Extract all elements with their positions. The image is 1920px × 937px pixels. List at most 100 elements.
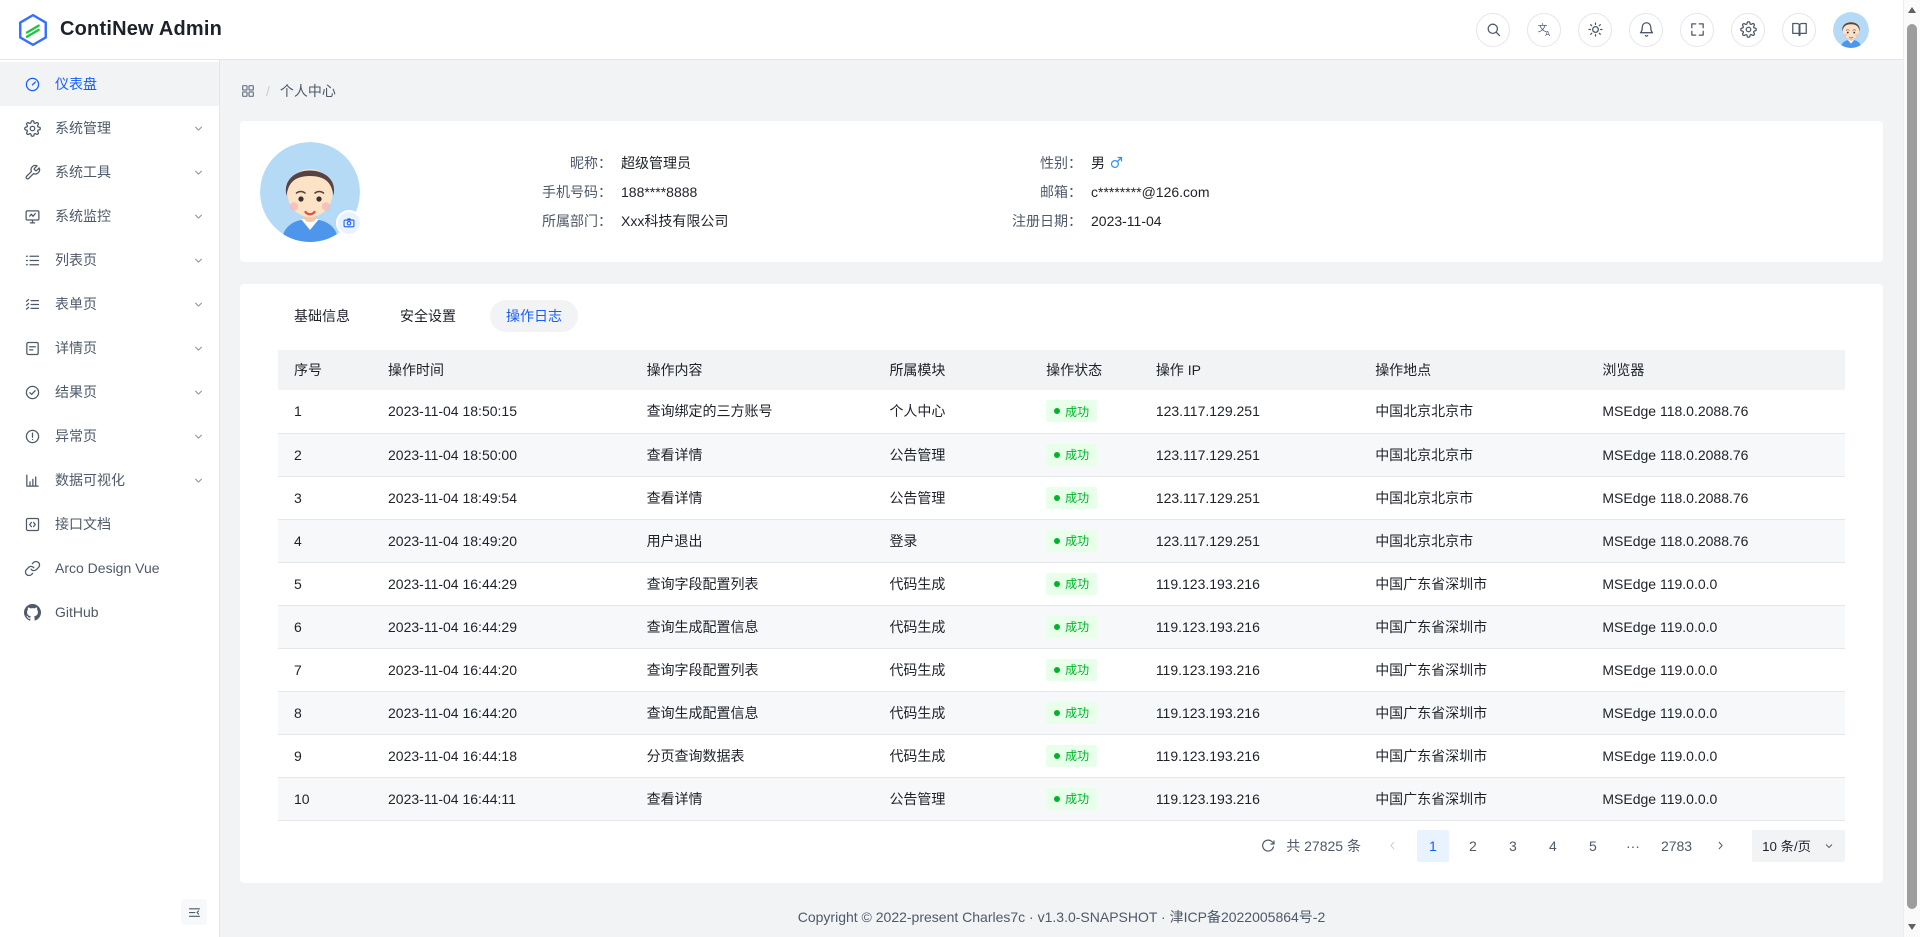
column-header: 操作 IP bbox=[1140, 350, 1359, 390]
chevron-down-icon bbox=[192, 298, 205, 311]
page-size-select[interactable]: 10 条/页 bbox=[1752, 830, 1845, 862]
page-button-1[interactable]: 1 bbox=[1417, 830, 1449, 862]
table-cell: MSEdge 119.0.0.0 bbox=[1586, 562, 1845, 605]
sidebar-item-dashboard[interactable]: 仪表盘 bbox=[0, 62, 219, 106]
theme-button[interactable] bbox=[1578, 13, 1612, 47]
status-badge: 成功 bbox=[1046, 530, 1097, 552]
status-dot-icon bbox=[1054, 624, 1060, 630]
docs-button[interactable] bbox=[1782, 13, 1816, 47]
tab-基础信息[interactable]: 基础信息 bbox=[278, 300, 366, 332]
sidebar-item-arco-design-vue[interactable]: Arco Design Vue bbox=[0, 546, 219, 590]
settings-button[interactable] bbox=[1731, 13, 1765, 47]
sidebar-item-system-monitor[interactable]: 系统监控 bbox=[0, 194, 219, 238]
table-cell: 123.117.129.251 bbox=[1140, 433, 1359, 476]
navbar-actions: 文A bbox=[1476, 12, 1869, 48]
profile-field: 性别：男 bbox=[912, 151, 1210, 175]
table-cell: 代码生成 bbox=[873, 734, 1030, 777]
detail-icon bbox=[24, 340, 41, 357]
status-cell: 成功 bbox=[1030, 562, 1140, 605]
book-icon bbox=[1791, 21, 1808, 38]
table-cell: MSEdge 119.0.0.0 bbox=[1586, 691, 1845, 734]
scrollbar-down-arrow[interactable] bbox=[1908, 924, 1916, 930]
profile-field: 手机号码：188****8888 bbox=[442, 180, 912, 204]
profile-field-label: 性别： bbox=[912, 151, 1082, 175]
language-button[interactable]: 文A bbox=[1527, 13, 1561, 47]
sidebar-item-form-pages[interactable]: 表单页 bbox=[0, 282, 219, 326]
prev-page-button[interactable] bbox=[1377, 830, 1409, 862]
apps-icon[interactable] bbox=[240, 83, 256, 99]
chevron-down-icon bbox=[192, 430, 205, 443]
profile-info-left: 昵称：超级管理员手机号码：188****8888所属部门：Xxx科技有限公司 bbox=[442, 151, 912, 233]
page-button-4[interactable]: 4 bbox=[1537, 830, 1569, 862]
sidebar-item-github[interactable]: GitHub bbox=[0, 590, 219, 634]
sidebar-item-exception-pages[interactable]: 异常页 bbox=[0, 414, 219, 458]
table-row: 12023-11-04 18:50:15查询绑定的三方账号个人中心成功123.1… bbox=[278, 390, 1845, 433]
page-scrollbar[interactable] bbox=[1903, 0, 1920, 937]
search-button[interactable] bbox=[1476, 13, 1510, 47]
profile-avatar[interactable] bbox=[260, 142, 360, 242]
sidebar-item-result-pages[interactable]: 结果页 bbox=[0, 370, 219, 414]
table-cell: MSEdge 119.0.0.0 bbox=[1586, 648, 1845, 691]
sidebar-item-detail-pages[interactable]: 详情页 bbox=[0, 326, 219, 370]
table-cell: 123.117.129.251 bbox=[1140, 390, 1359, 433]
table-cell: 2023-11-04 16:44:20 bbox=[372, 691, 631, 734]
table-cell: 10 bbox=[278, 777, 372, 820]
chevron-right-icon bbox=[1714, 839, 1727, 852]
table-cell: 4 bbox=[278, 519, 372, 562]
tab-操作日志[interactable]: 操作日志 bbox=[490, 300, 578, 332]
profile-card: 昵称：超级管理员手机号码：188****8888所属部门：Xxx科技有限公司 性… bbox=[240, 121, 1883, 262]
sidebar-item-list-pages[interactable]: 列表页 bbox=[0, 238, 219, 282]
camera-icon[interactable] bbox=[336, 210, 362, 236]
notifications-button[interactable] bbox=[1629, 13, 1663, 47]
table-cell: 2023-11-04 18:49:54 bbox=[372, 476, 631, 519]
table-cell: 123.117.129.251 bbox=[1140, 476, 1359, 519]
code-icon bbox=[24, 516, 41, 533]
table-cell: 个人中心 bbox=[873, 390, 1030, 433]
sidebar-item-api-docs[interactable]: 接口文档 bbox=[0, 502, 219, 546]
profile-field: 所属部门：Xxx科技有限公司 bbox=[442, 209, 912, 233]
status-dot-icon bbox=[1054, 667, 1060, 673]
table-cell: 2023-11-04 18:50:00 bbox=[372, 433, 631, 476]
profile-field: 邮箱：c********@126.com bbox=[912, 180, 1210, 204]
sidebar-item-system-tools[interactable]: 系统工具 bbox=[0, 150, 219, 194]
sidebar-collapse-button[interactable] bbox=[181, 899, 207, 925]
sidebar-item-data-visualization[interactable]: 数据可视化 bbox=[0, 458, 219, 502]
status-cell: 成功 bbox=[1030, 433, 1140, 476]
profile-field-label: 手机号码： bbox=[442, 180, 612, 204]
profile-field-value: c********@126.com bbox=[1091, 180, 1210, 204]
sidebar-item-label: 异常页 bbox=[55, 426, 192, 446]
profile-field-value: Xxx科技有限公司 bbox=[621, 209, 728, 233]
page-button-3[interactable]: 3 bbox=[1497, 830, 1529, 862]
status-dot-icon bbox=[1054, 753, 1060, 759]
user-avatar[interactable] bbox=[1833, 12, 1869, 48]
column-header: 操作地点 bbox=[1359, 350, 1586, 390]
refresh-button[interactable] bbox=[1260, 838, 1276, 854]
page-ellipsis[interactable]: ··· bbox=[1617, 830, 1649, 862]
sidebar-item-label: 数据可视化 bbox=[55, 470, 192, 490]
status-cell: 成功 bbox=[1030, 734, 1140, 777]
refresh-icon bbox=[1260, 838, 1276, 854]
pagination: 共 27825 条12345···278310 条/页 bbox=[278, 830, 1845, 862]
svg-text:A: A bbox=[1545, 30, 1550, 38]
chevron-down-icon bbox=[192, 474, 205, 487]
table-cell: MSEdge 118.0.2088.76 bbox=[1586, 519, 1845, 562]
next-page-button[interactable] bbox=[1704, 830, 1736, 862]
page-button-5[interactable]: 5 bbox=[1577, 830, 1609, 862]
table-cell: 6 bbox=[278, 605, 372, 648]
table-row: 82023-11-04 16:44:20查询生成配置信息代码生成成功119.12… bbox=[278, 691, 1845, 734]
profile-tabs-card: 基础信息安全设置操作日志 序号操作时间操作内容所属模块操作状态操作 IP操作地点… bbox=[240, 284, 1883, 883]
sidebar-item-label: 接口文档 bbox=[55, 514, 205, 534]
fullscreen-button[interactable] bbox=[1680, 13, 1714, 47]
status-dot-icon bbox=[1054, 581, 1060, 587]
status-cell: 成功 bbox=[1030, 691, 1140, 734]
scrollbar-up-arrow[interactable] bbox=[1908, 7, 1916, 13]
tab-安全设置[interactable]: 安全设置 bbox=[384, 300, 472, 332]
menu-fold-icon bbox=[187, 905, 202, 920]
status-cell: 成功 bbox=[1030, 777, 1140, 820]
page-button-2[interactable]: 2 bbox=[1457, 830, 1489, 862]
sidebar-item-system-management[interactable]: 系统管理 bbox=[0, 106, 219, 150]
scrollbar-thumb[interactable] bbox=[1907, 24, 1917, 909]
page-button-2783[interactable]: 2783 bbox=[1657, 830, 1696, 862]
table-cell: 119.123.193.216 bbox=[1140, 562, 1359, 605]
table-cell: 中国广东省深圳市 bbox=[1359, 734, 1586, 777]
